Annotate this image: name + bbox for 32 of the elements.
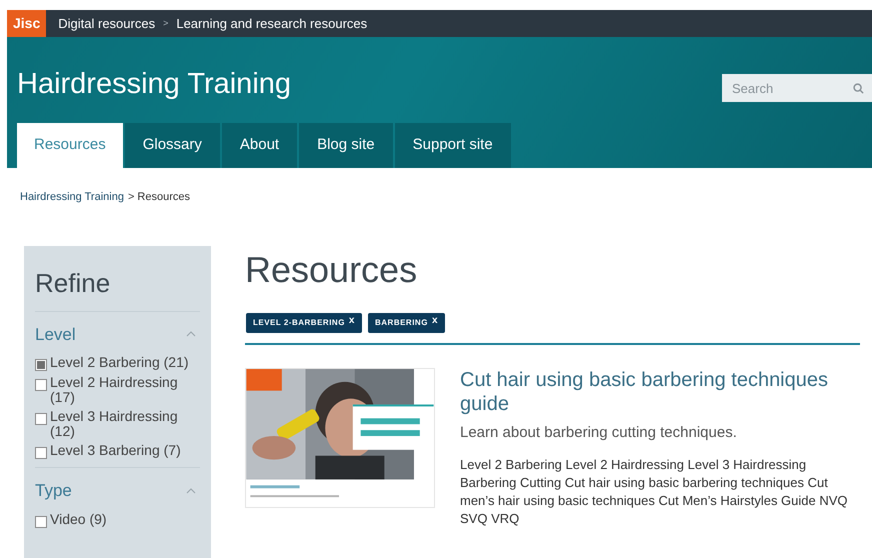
site-title[interactable]: Hairdressing Training <box>17 63 292 106</box>
nav-tab[interactable]: About <box>222 123 298 168</box>
chevron-icon[interactable] <box>186 488 196 494</box>
nav-tab[interactable]: Support site <box>394 123 511 168</box>
result-tags: Level 2 Barbering Level 2 Hairdressing Level 3 Hairdressing Barbering Cutting Cut hair using basic barbering techniques Cut men’s hair using basic techniques Cut Men’s Hairstyles Guide NVQ SVQ VRQ <box>460 456 860 528</box>
top-breadcrumb-link[interactable]: Learning and research resources <box>176 14 368 34</box>
chevron-icon[interactable] <box>186 331 196 338</box>
filter-option-label[interactable]: Level 2 Barbering (21) <box>50 355 190 370</box>
nav-tab[interactable]: Glossary <box>124 123 220 168</box>
result-summary: Learn about barbering cutting techniques. <box>460 422 738 442</box>
checkbox[interactable] <box>35 516 47 528</box>
result-title[interactable]: Cut hair using basic barbering techniques guide <box>460 368 860 416</box>
breadcrumb-separator: > <box>163 16 168 30</box>
top-breadcrumb-link[interactable]: Digital resources <box>58 14 156 34</box>
search-field[interactable]: Search <box>722 74 872 102</box>
filter-option-label[interactable]: Level 3 Barbering (7) <box>50 443 190 458</box>
search-icon[interactable] <box>853 83 864 94</box>
checkbox[interactable] <box>35 413 47 425</box>
refine-title: Refine <box>35 264 200 312</box>
nav-tab[interactable]: Resources <box>17 123 123 168</box>
page-heading: Resources <box>245 250 418 290</box>
checkbox[interactable] <box>35 359 47 371</box>
filter-option-label[interactable]: Level 2 Hairdressing (17) <box>50 375 190 405</box>
checkbox[interactable] <box>35 447 47 459</box>
breadcrumb-link[interactable]: Hairdressing Training <box>20 189 124 206</box>
breadcrumb-current: > Resources <box>128 190 190 205</box>
nav-tab[interactable]: Blog site <box>299 123 393 168</box>
filter-tag[interactable]: BARBERING x <box>368 312 445 332</box>
filter-option-label[interactable]: Video (9) <box>50 512 190 526</box>
filter-tag[interactable]: LEVEL 2-BARBERING x <box>246 312 362 332</box>
checkbox[interactable] <box>35 379 47 391</box>
filter-option-label[interactable]: Level 3 Hairdressing (12) <box>50 409 190 439</box>
